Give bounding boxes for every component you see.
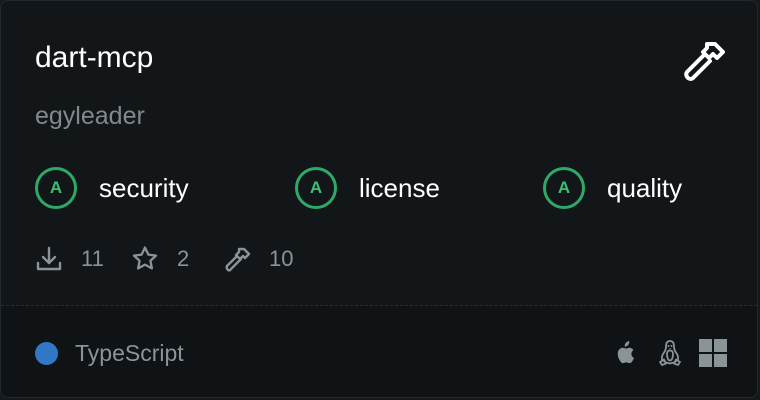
apple-icon: [617, 341, 634, 364]
linux-icon: [659, 340, 681, 366]
server-card[interactable]: dart-mcp egyleader A security A license …: [0, 0, 758, 398]
language-color-dot: [35, 342, 58, 365]
grade-badge: A: [295, 167, 337, 209]
hammer-icon: [225, 247, 251, 272]
downloads-count: 11: [81, 246, 104, 271]
tools-count: 10: [269, 246, 294, 271]
grade-label: quality: [607, 172, 683, 203]
server-owner[interactable]: egyleader: [35, 101, 145, 131]
language-name: TypeScript: [75, 340, 184, 366]
windows-icon: [699, 339, 727, 367]
grade-badge: A: [543, 167, 585, 209]
stat-downloads: 11: [35, 243, 104, 275]
hammer-icon[interactable]: [681, 38, 727, 84]
stat-tools: 10: [223, 243, 293, 275]
star-icon: [132, 246, 158, 270]
grade-label: security: [99, 172, 189, 203]
server-name[interactable]: dart-mcp: [35, 41, 153, 75]
grade-badge: A: [35, 167, 77, 209]
grade-license: A license: [295, 165, 440, 211]
grade-label: license: [359, 172, 440, 203]
stars-count: 2: [177, 246, 190, 271]
stat-stars: 2: [131, 243, 189, 275]
grade-quality: A quality: [543, 165, 682, 211]
grade-security: A security: [35, 165, 189, 211]
download-icon: [36, 246, 62, 271]
